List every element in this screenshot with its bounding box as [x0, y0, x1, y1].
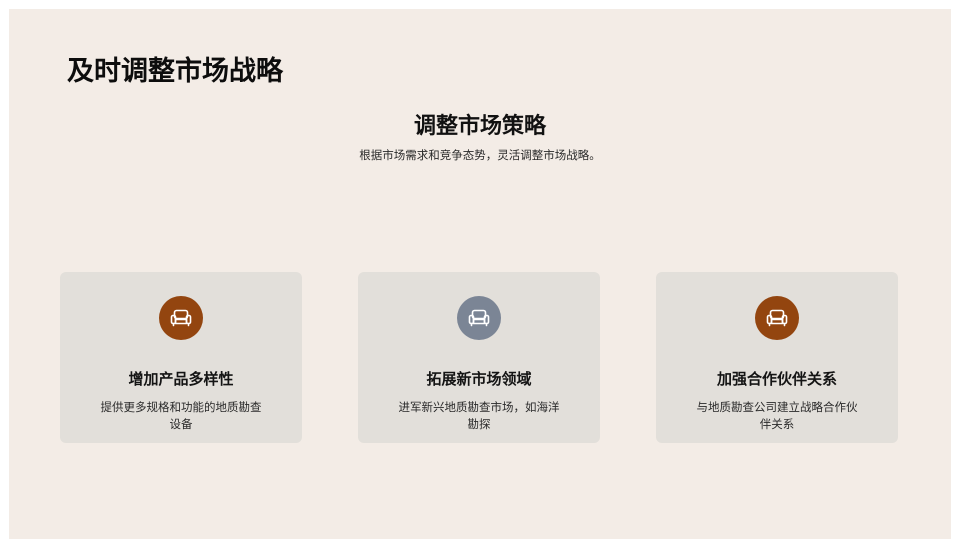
section-subtitle: 根据市场需求和竞争态势，灵活调整市场战略。	[359, 148, 601, 162]
sofa-icon	[457, 296, 501, 340]
card-description: 提供更多规格和功能的地质勘查设备	[100, 400, 262, 431]
page-title: 及时调整市场战略	[67, 56, 283, 87]
feature-card-partnerships: 加强合作伙伴关系 与地质勘查公司建立战略合作伙伴关系	[656, 272, 898, 443]
feature-card-product-diversity: 增加产品多样性 提供更多规格和功能的地质勘查设备	[60, 272, 302, 443]
sofa-icon	[755, 296, 799, 340]
card-description: 进军新兴地质勘查市场，如海洋勘探	[398, 400, 560, 431]
card-title: 增加产品多样性	[128, 370, 234, 388]
slide: 及时调整市场战略 调整市场策略 根据市场需求和竞争态势，灵活调整市场战略。 增加…	[9, 9, 951, 539]
section-title: 调整市场策略	[413, 114, 546, 139]
sofa-icon	[159, 296, 203, 340]
card-description: 与地质勘查公司建立战略合作伙伴关系	[696, 400, 858, 431]
card-title: 加强合作伙伴关系	[716, 370, 837, 388]
card-title: 拓展新市场领域	[426, 370, 532, 388]
feature-card-new-markets: 拓展新市场领域 进军新兴地质勘查市场，如海洋勘探	[358, 272, 600, 443]
